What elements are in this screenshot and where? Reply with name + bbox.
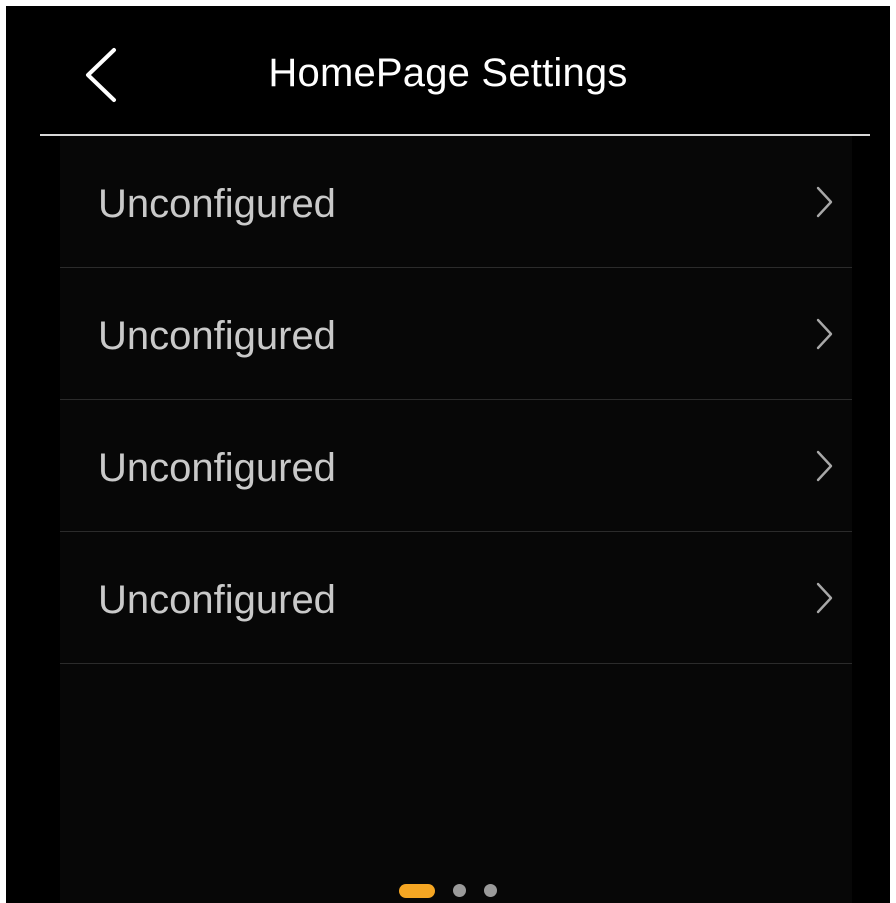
settings-list: Unconfigured Unconfigured Unconfigured U…: [60, 136, 852, 664]
chevron-right-icon: [812, 314, 836, 354]
chevron-right-icon: [812, 446, 836, 486]
list-item-label: Unconfigured: [98, 182, 336, 226]
chevron-right-icon: [812, 182, 836, 222]
settings-panel: Unconfigured Unconfigured Unconfigured U…: [60, 136, 852, 903]
page-dot-active[interactable]: [399, 883, 435, 898]
list-item-label: Unconfigured: [98, 578, 336, 622]
page-dot[interactable]: [484, 884, 497, 898]
page-title: HomePage Settings: [268, 51, 628, 95]
list-item-1[interactable]: Unconfigured: [60, 136, 852, 268]
list-item-label: Unconfigured: [98, 314, 336, 358]
list-item-label: Unconfigured: [98, 446, 336, 490]
chevron-right-icon: [812, 578, 836, 618]
page-indicator: [6, 882, 890, 898]
list-item-4[interactable]: Unconfigured: [60, 532, 852, 664]
list-item-3[interactable]: Unconfigured: [60, 400, 852, 532]
page-dot[interactable]: [453, 884, 466, 898]
header: HomePage Settings: [6, 6, 890, 134]
list-item-2[interactable]: Unconfigured: [60, 268, 852, 400]
screen: HomePage Settings Unconfigured Unconfigu…: [6, 6, 890, 903]
